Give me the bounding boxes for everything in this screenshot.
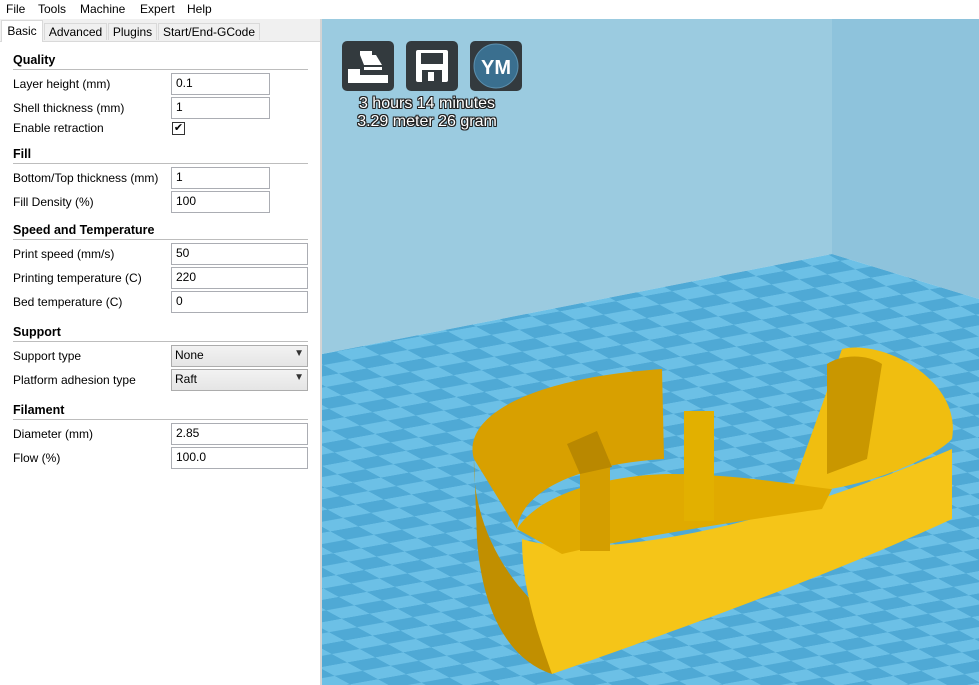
fill-density-input[interactable]: 100 — [171, 191, 270, 213]
support-type-value: None — [175, 348, 204, 362]
save-gcode-button[interactable] — [406, 41, 458, 91]
settings-tabs: Basic Advanced Plugins Start/End-GCode — [0, 19, 320, 42]
flow-label: Flow (%) — [13, 451, 61, 465]
divider — [13, 419, 308, 420]
shell-thickness-input[interactable]: 1 — [171, 97, 270, 119]
shell-thickness-label: Shell thickness (mm) — [13, 101, 125, 115]
tab-start-end-gcode[interactable]: Start/End-GCode — [158, 23, 260, 40]
print-speed-input[interactable]: 50 — [171, 243, 308, 265]
print-time-text: 3 hours 14 minutes — [358, 95, 496, 112]
divider — [13, 69, 308, 70]
support-type-label: Support type — [13, 349, 82, 363]
layer-height-label: Layer height (mm) — [13, 77, 111, 91]
print-speed-label: Print speed (mm/s) — [13, 247, 115, 261]
svg-text:YM: YM — [481, 57, 511, 79]
tab-plugins[interactable]: Plugins — [108, 23, 157, 40]
chevron-down-icon: ▼ — [294, 372, 304, 383]
divider — [13, 239, 308, 240]
settings-panel: Basic Advanced Plugins Start/End-GCode Q… — [0, 19, 320, 685]
printing-temperature-input[interactable]: 220 — [171, 267, 308, 289]
material-usage-text: 3.29 meter 26 gram — [357, 113, 497, 130]
tab-basic[interactable]: Basic — [1, 20, 43, 42]
section-fill-title: Fill — [13, 147, 32, 161]
enable-retraction-label: Enable retraction — [13, 121, 104, 135]
bottom-top-thickness-label: Bottom/Top thickness (mm) — [13, 171, 159, 185]
diameter-label: Diameter (mm) — [13, 427, 93, 441]
menu-file[interactable]: File — [6, 2, 25, 16]
ym-icon: YM — [473, 43, 519, 89]
menu-expert[interactable]: Expert — [140, 2, 175, 16]
bed-temperature-label: Bed temperature (C) — [13, 295, 123, 309]
section-quality-title: Quality — [13, 53, 56, 67]
enable-retraction-checkbox[interactable]: ✔ — [172, 122, 185, 135]
menu-tools[interactable]: Tools — [38, 2, 66, 16]
layer-height-input[interactable]: 0.1 — [171, 73, 270, 95]
section-filament-title: Filament — [13, 403, 65, 417]
diameter-input[interactable]: 2.85 — [171, 423, 308, 445]
bottom-top-thickness-input[interactable]: 1 — [171, 167, 270, 189]
platform-adhesion-value: Raft — [175, 372, 198, 386]
flow-input[interactable]: 100.0 — [171, 447, 308, 469]
section-support-title: Support — [13, 325, 61, 339]
section-speed-title: Speed and Temperature — [13, 223, 155, 237]
platform-adhesion-select[interactable]: Raft ▼ — [171, 369, 308, 391]
chevron-down-icon: ▼ — [294, 348, 304, 359]
tab-advanced[interactable]: Advanced — [44, 23, 107, 40]
save-gcode-icon — [416, 50, 448, 82]
ym-button[interactable]: YM — [470, 41, 522, 91]
menu-help[interactable]: Help — [187, 2, 212, 16]
divider — [13, 163, 308, 164]
fill-density-label: Fill Density (%) — [13, 195, 94, 209]
load-model-icon — [348, 51, 388, 83]
support-type-select[interactable]: None ▼ — [171, 345, 308, 367]
load-model-button[interactable] — [342, 41, 394, 91]
menu-bar: File Tools Machine Expert Help — [0, 0, 979, 19]
menu-machine[interactable]: Machine — [80, 2, 125, 16]
printing-temperature-label: Printing temperature (C) — [13, 271, 142, 285]
platform-adhesion-label: Platform adhesion type — [13, 373, 136, 387]
divider — [13, 341, 308, 342]
bed-temperature-input[interactable]: 0 — [171, 291, 308, 313]
